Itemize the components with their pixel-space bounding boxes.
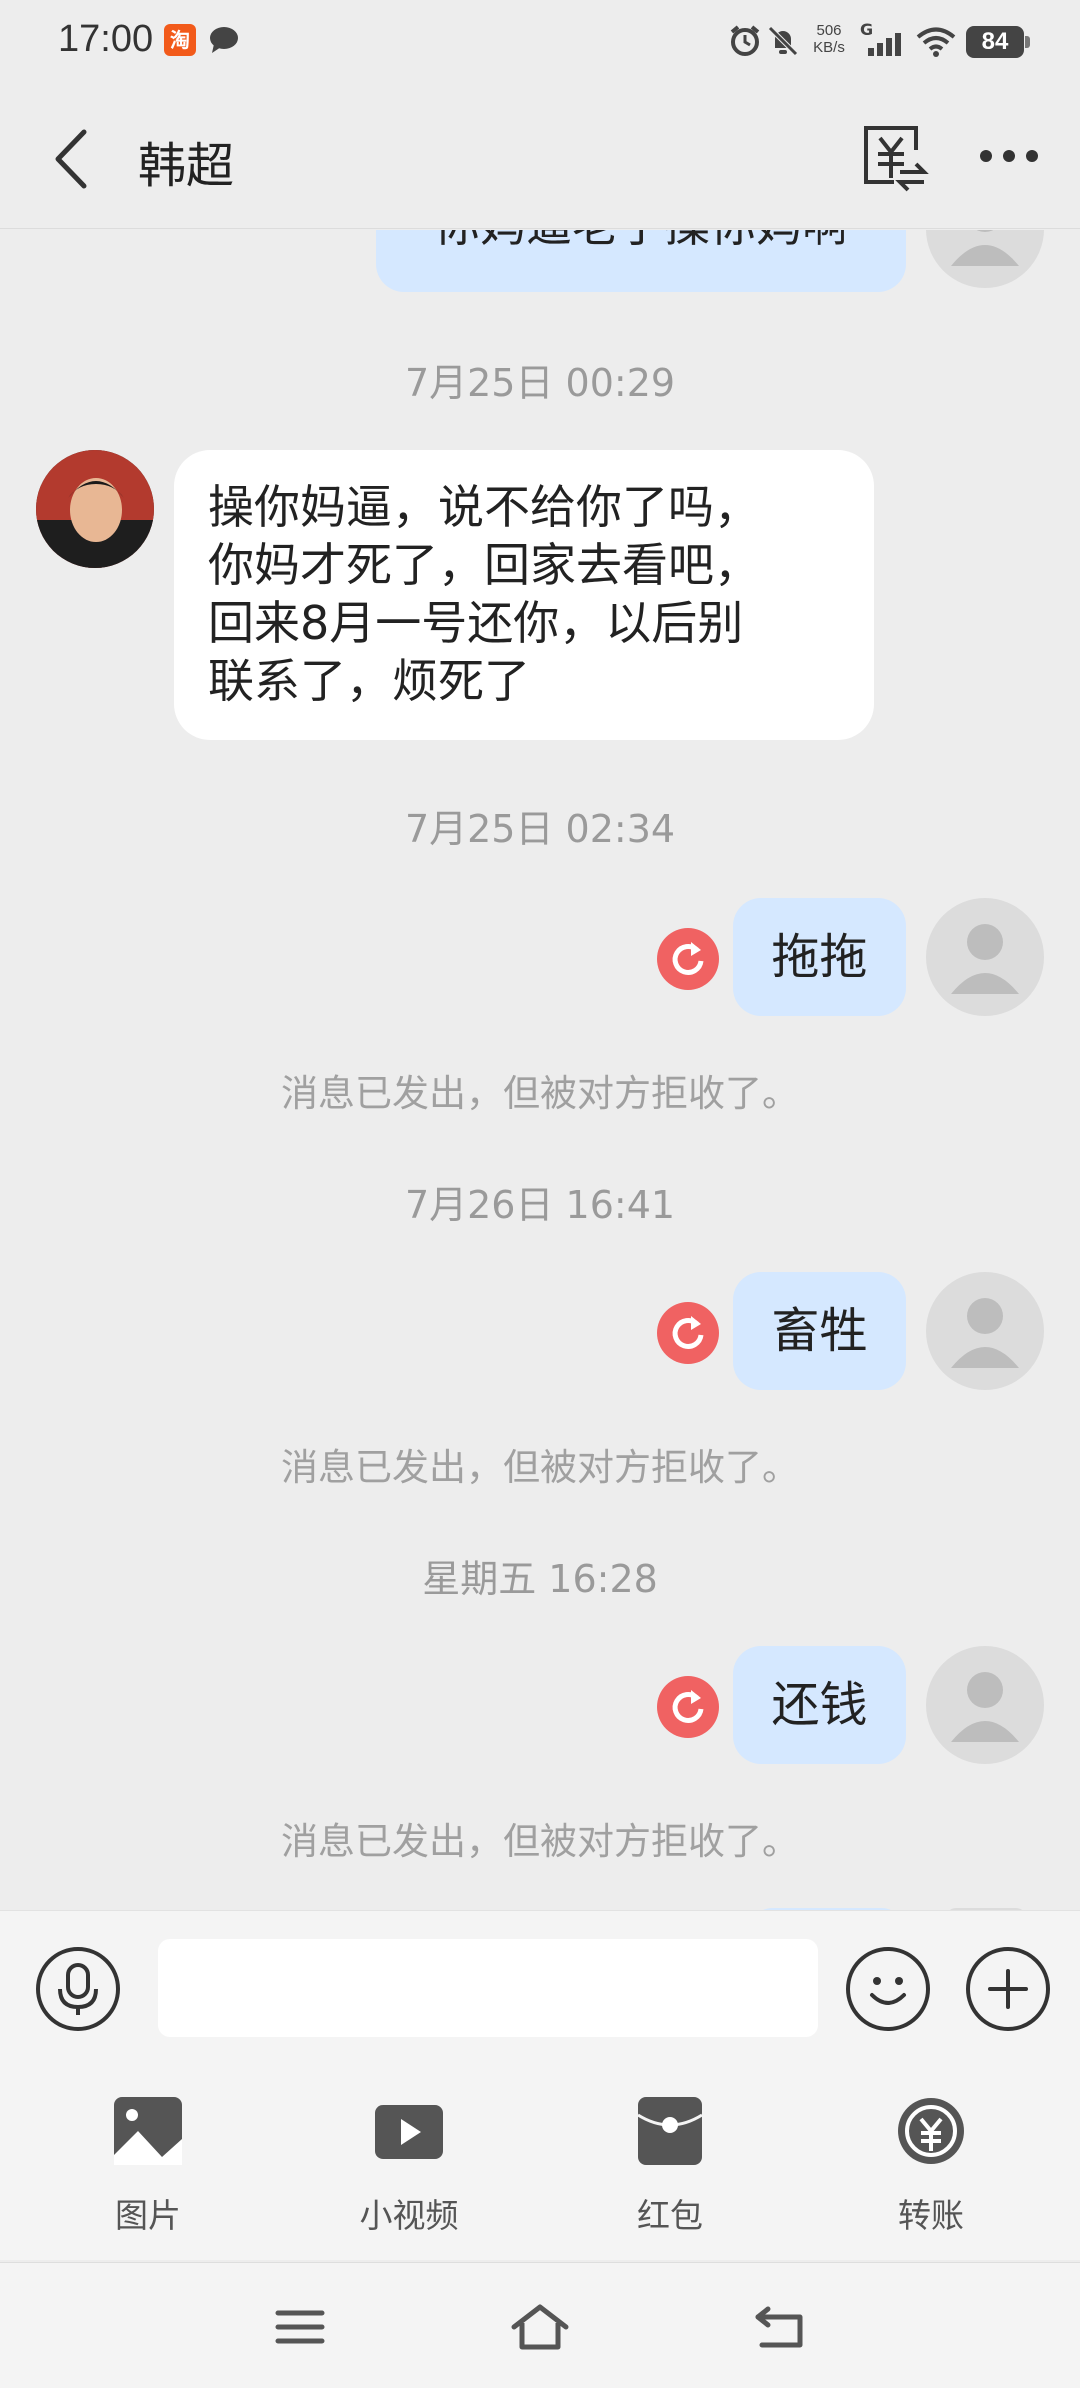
message-list[interactable]: 你妈逼老子操你妈啊 7月25日 00:29 操你妈逼，说不给你了吗， 你妈才死了… <box>0 230 1080 1910</box>
message-bubble-outgoing[interactable]: 拖拖 <box>733 898 906 1016</box>
transfer-icon <box>898 2098 964 2164</box>
timestamp: 7月26日 16:41 <box>404 1183 676 1227</box>
wifi-icon <box>916 27 956 57</box>
message-line: 操你妈逼，说不给你了吗， <box>208 480 760 534</box>
tool-red-packet[interactable]: 红包 <box>570 2095 770 2237</box>
timestamp: 星期五 16:28 <box>422 1557 658 1601</box>
tool-transfer[interactable]: 转账 <box>831 2095 1031 2237</box>
timestamp: 7月25日 00:29 <box>404 361 676 405</box>
net-speed: 506 KB/s <box>808 22 850 56</box>
default-avatar-icon <box>951 1672 1019 1742</box>
menu-icon[interactable] <box>270 2301 330 2353</box>
status-time: 17:00 <box>58 18 154 60</box>
attachment-panel: 图片 小视频 红包 转账 <box>0 2065 1080 2260</box>
emoji-icon[interactable] <box>846 1947 930 2031</box>
back-nav-icon[interactable] <box>750 2301 810 2353</box>
resend-icon[interactable] <box>657 928 719 990</box>
taobao-icon: 淘 <box>164 24 196 56</box>
resend-icon[interactable] <box>657 1676 719 1738</box>
contact-photo <box>36 450 154 568</box>
tool-label: 红包 <box>637 2196 703 2235</box>
tool-image[interactable]: 图片 <box>48 2095 248 2237</box>
battery-icon: 84 <box>966 26 1030 58</box>
message-line: 联系了，烦死了 <box>208 654 530 708</box>
message-bubble-outgoing[interactable]: 畜牲 <box>733 1272 906 1390</box>
net-speed-unit: KB/s <box>813 39 845 56</box>
net-speed-value: 506 <box>816 22 842 39</box>
mute-icon <box>768 26 798 56</box>
message-bubble-incoming[interactable]: 操你妈逼，说不给你了吗， 你妈才死了，回家去看吧， 回来8月一号还你，以后别 联… <box>174 450 874 740</box>
video-icon <box>375 2105 443 2159</box>
avatar[interactable] <box>926 1646 1044 1764</box>
image-icon <box>114 2097 182 2165</box>
default-avatar-icon <box>951 1298 1019 1368</box>
signal-icon <box>868 33 901 56</box>
plus-icon[interactable] <box>966 1947 1050 2031</box>
timestamp: 7月25日 02:34 <box>404 807 676 851</box>
chat-title: 韩超 <box>138 138 235 194</box>
yuan-transfer-icon[interactable] <box>858 120 930 192</box>
contact-avatar[interactable] <box>36 450 154 568</box>
rejected-notice: 消息已发出，但被对方拒收了。 <box>281 1072 799 1115</box>
default-avatar-icon <box>951 924 1019 994</box>
chat-header: 韩超 <box>0 84 1080 229</box>
message-icon <box>210 27 238 53</box>
microphone-icon[interactable] <box>36 1947 120 2031</box>
input-bar <box>0 1910 1080 2065</box>
tool-label: 转账 <box>898 2196 964 2235</box>
message-line: 回来8月一号还你，以后别 <box>208 596 744 650</box>
tool-label: 小视频 <box>359 2196 459 2235</box>
tool-label: 图片 <box>115 2196 181 2235</box>
message-input[interactable] <box>158 1939 818 2037</box>
message-line: 你妈才死了，回家去看吧， <box>208 538 760 592</box>
home-icon[interactable] <box>510 2301 570 2353</box>
back-icon[interactable] <box>44 124 104 194</box>
status-bar: 17:00 淘 506 KB/s G 84 <box>0 0 1080 84</box>
red-packet-icon <box>637 2097 703 2165</box>
alarm-icon <box>730 25 760 56</box>
avatar[interactable] <box>926 898 1044 1016</box>
tool-video[interactable]: 小视频 <box>309 2095 509 2237</box>
rejected-notice: 消息已发出，但被对方拒收了。 <box>281 1820 799 1863</box>
resend-icon[interactable] <box>657 1302 719 1364</box>
default-avatar-icon <box>951 230 1019 266</box>
avatar[interactable] <box>926 230 1044 288</box>
system-nav-bar <box>0 2262 1080 2388</box>
more-icon[interactable] <box>976 136 1042 176</box>
rejected-notice: 消息已发出，但被对方拒收了。 <box>281 1446 799 1489</box>
message-bubble-outgoing[interactable]: 你妈逼老子操你妈啊 <box>376 230 906 292</box>
message-bubble-outgoing[interactable]: 还钱 <box>733 1646 906 1764</box>
avatar[interactable] <box>926 1272 1044 1390</box>
